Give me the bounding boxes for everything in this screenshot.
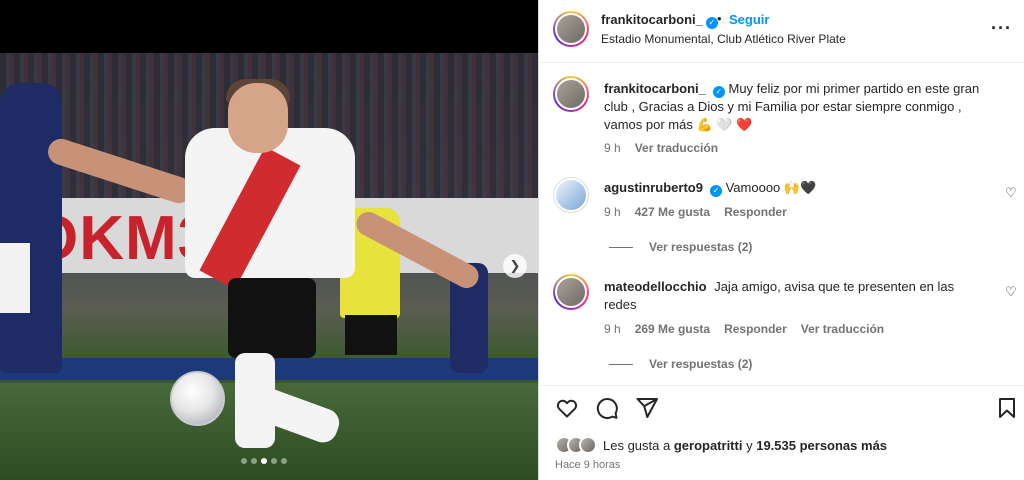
save-bookmark-icon[interactable]: [995, 396, 1019, 420]
player-shorts: [228, 278, 316, 358]
caption-text-block: frankitocarboni_ ✓ Muy feliz por mi prime…: [604, 80, 984, 134]
share-send-icon[interactable]: [635, 396, 659, 420]
football: [170, 371, 225, 426]
caption-username[interactable]: frankitocarboni_: [604, 81, 706, 96]
carousel-dots: [241, 458, 287, 464]
comment-time: 9 h: [604, 205, 621, 219]
likes-user[interactable]: geropatritti: [674, 438, 743, 453]
view-replies-button[interactable]: Ver respuestas (2): [609, 240, 752, 254]
post-timestamp: Hace 9 horas: [555, 459, 621, 471]
view-replies-label: Ver respuestas (2): [649, 240, 753, 254]
player-head: [228, 83, 288, 153]
opponent-player-left: [0, 83, 62, 373]
follow-button[interactable]: Seguir: [729, 12, 769, 27]
post-header: frankitocarboni_ ✓ • Seguir Estadio Monum…: [539, 0, 1024, 63]
comment-likes[interactable]: 269 Me gusta: [635, 322, 710, 336]
liker-avatar: [579, 436, 597, 454]
comment-username[interactable]: agustinruberto9: [604, 180, 703, 195]
post-photo[interactable]: OKM3O: [0, 53, 538, 480]
comment-meta: 9 h 427 Me gusta Responder: [604, 205, 787, 219]
view-replies-label: Ver respuestas (2): [649, 357, 753, 371]
reply-button[interactable]: Responder: [724, 205, 787, 219]
commenter-avatar[interactable]: [553, 177, 589, 213]
carousel-dot: [251, 458, 257, 464]
author-username[interactable]: frankitocarboni_: [601, 12, 703, 27]
replies-line: [609, 363, 633, 365]
post-sidebar: frankitocarboni_ ✓ • Seguir Estadio Monum…: [538, 0, 1024, 480]
more-options-icon[interactable]: ···: [991, 18, 1012, 39]
likes-middle: y: [746, 437, 753, 453]
caption-time: 9 h: [604, 141, 621, 155]
comment-meta: 9 h 269 Me gusta Responder Ver traducció…: [604, 322, 884, 336]
comment-username[interactable]: mateodellocchio: [604, 279, 707, 294]
comment-translate-link[interactable]: Ver traducción: [801, 322, 884, 336]
post-location[interactable]: Estadio Monumental, Club Atlético River …: [601, 32, 846, 46]
likes-count[interactable]: 19.535 personas más: [756, 438, 887, 453]
likes-text: Les gusta a geropatritti y 19.535 person…: [603, 438, 887, 453]
comment-bubble-icon[interactable]: [595, 396, 619, 420]
likes-summary[interactable]: Les gusta a geropatritti y 19.535 person…: [555, 436, 887, 454]
caption-avatar[interactable]: [553, 76, 589, 112]
caption-meta: 9 h Ver traducción: [604, 141, 718, 155]
next-slide-button[interactable]: ❯: [503, 254, 527, 278]
comment-text-block: agustinruberto9 ✓ Vamoooo 🙌🖤: [604, 179, 984, 197]
verified-badge-icon: ✓: [712, 86, 725, 98]
comment-text: Vamoooo 🙌🖤: [725, 180, 817, 195]
post-media: OKM3O ❯: [0, 0, 538, 480]
like-heart-icon[interactable]: [555, 396, 579, 420]
carousel-dot: [241, 458, 247, 464]
comment-likes[interactable]: 427 Me gusta: [635, 205, 710, 219]
commenter-avatar[interactable]: [553, 274, 589, 310]
comment-text-block: mateodellocchio Jaja amigo, avisa que te…: [604, 278, 984, 314]
author-username-row: frankitocarboni_ ✓: [601, 12, 718, 29]
comment-time: 9 h: [604, 322, 621, 336]
comment-like-heart-icon[interactable]: ♡: [1005, 185, 1017, 201]
view-replies-button[interactable]: Ver respuestas (2): [609, 357, 752, 371]
carousel-dot: [261, 458, 267, 464]
referee-shorts: [345, 315, 397, 355]
likes-prefix: Les gusta a: [603, 437, 671, 453]
chevron-right-icon: ❯: [509, 258, 521, 273]
reply-button[interactable]: Responder: [724, 322, 787, 336]
post-actions: [539, 385, 1024, 430]
replies-line: [609, 246, 633, 248]
carousel-dot: [271, 458, 277, 464]
carousel-dot: [281, 458, 287, 464]
separator-dot: •: [717, 11, 722, 26]
opponent-shorts: [0, 243, 30, 313]
comment-like-heart-icon[interactable]: ♡: [1005, 284, 1017, 300]
author-avatar[interactable]: [553, 11, 589, 47]
caption-translate-link[interactable]: Ver traducción: [635, 141, 718, 155]
verified-badge-icon: ✓: [709, 185, 722, 197]
